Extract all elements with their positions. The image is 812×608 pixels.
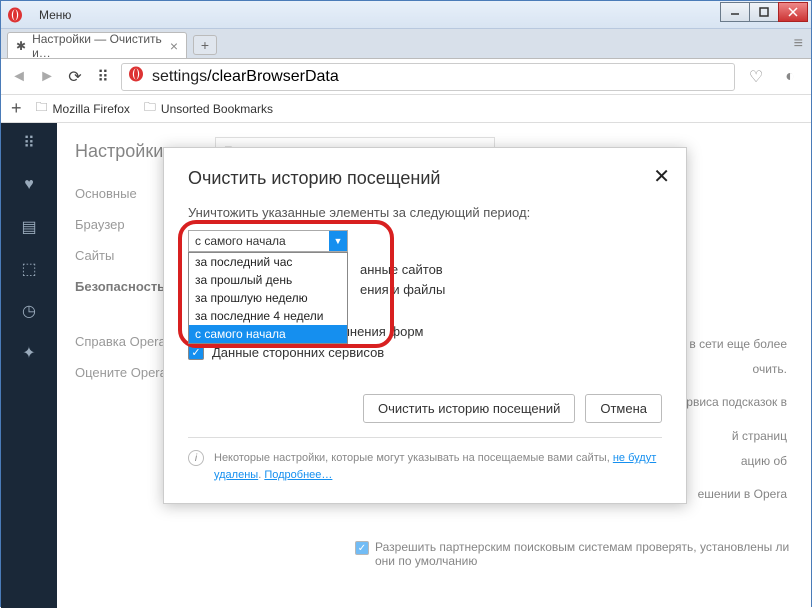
tab-strip: ✱ Настройки — Очистить и… × + ≡ bbox=[1, 29, 811, 59]
opera-logo-icon bbox=[1, 1, 29, 29]
dropdown-option-selected[interactable]: с самого начала bbox=[189, 325, 347, 343]
url-path: /clearBrowserData bbox=[207, 68, 339, 86]
dropdown-option[interactable]: за прошлый день bbox=[189, 271, 347, 289]
chevron-down-icon: ▼ bbox=[329, 231, 347, 251]
sync-icon[interactable]: ⬚ bbox=[19, 259, 39, 279]
news-icon[interactable]: ▤ bbox=[19, 217, 39, 237]
dialog-footer-note: i Некоторые настройки, которые могут ука… bbox=[188, 437, 662, 483]
minimize-button[interactable] bbox=[720, 2, 750, 22]
close-window-button[interactable] bbox=[778, 2, 808, 22]
check-row[interactable]: ✓ Данные сторонних сервисов bbox=[188, 344, 662, 360]
info-icon: i bbox=[188, 450, 204, 466]
bookmark-label: Unsorted Bookmarks bbox=[161, 102, 273, 116]
dialog-buttons: Очистить историю посещений Отмена bbox=[188, 394, 662, 423]
time-range-select[interactable]: с самого начала ▼ bbox=[188, 230, 348, 252]
time-range-select-wrap: с самого начала ▼ за последний час за пр… bbox=[188, 230, 662, 252]
tab-title: Настройки — Очистить и… bbox=[32, 32, 162, 60]
reload-button[interactable]: ⟳ bbox=[65, 67, 85, 87]
heart-icon[interactable]: ♡ bbox=[743, 64, 769, 90]
dialog-close-button[interactable]: ✕ bbox=[653, 164, 670, 189]
dropdown-option[interactable]: за последний час bbox=[189, 253, 347, 271]
footer-link-more[interactable]: Подробнее… bbox=[264, 469, 332, 481]
opera-o-icon bbox=[128, 66, 144, 87]
dropdown-option[interactable]: за прошлую неделю bbox=[189, 289, 347, 307]
dialog-description: Уничтожить указанные элементы за следующ… bbox=[188, 205, 662, 220]
bookmark-folder[interactable]: 🗀 Mozilla Firefox bbox=[36, 98, 130, 119]
check-label: Данные сторонних сервисов bbox=[212, 345, 384, 360]
bookmark-label: Mozilla Firefox bbox=[53, 102, 130, 116]
bookmark-folder[interactable]: 🗀 Unsorted Bookmarks bbox=[144, 98, 273, 119]
url-field[interactable]: settings/clearBrowserData bbox=[121, 63, 735, 91]
checkbox-icon: ✓ bbox=[188, 344, 204, 360]
folder-icon: 🗀 bbox=[144, 98, 156, 119]
bookmarks-bar: + 🗀 Mozilla Firefox 🗀 Unsorted Bookmarks bbox=[1, 95, 811, 123]
check-label: ения и файлы bbox=[360, 282, 445, 297]
speed-dial-icon[interactable]: ⠿ bbox=[19, 133, 39, 153]
url-host: settings bbox=[152, 68, 207, 86]
new-tab-button[interactable]: + bbox=[193, 35, 217, 55]
dialog-title: Очистить историю посещений bbox=[188, 168, 662, 189]
extensions-icon[interactable]: ✦ bbox=[19, 343, 39, 363]
window-titlebar: Меню bbox=[1, 1, 811, 29]
footer-text: Некоторые настройки, которые могут указы… bbox=[214, 452, 613, 464]
folder-icon: 🗀 bbox=[36, 98, 48, 119]
back-button[interactable]: ◄ bbox=[9, 67, 29, 87]
tab-close-icon[interactable]: × bbox=[170, 38, 178, 54]
history-icon[interactable]: ◷ bbox=[19, 301, 39, 321]
menu-button[interactable]: Меню bbox=[29, 1, 81, 28]
forward-button: ► bbox=[37, 67, 57, 87]
left-sidebar: ⠿ ♥ ▤ ⬚ ◷ ✦ bbox=[1, 123, 57, 608]
select-value: с самого начала bbox=[195, 234, 286, 248]
tab-menu-icon[interactable]: ≡ bbox=[794, 35, 803, 53]
check-row[interactable]: анные сайтов bbox=[360, 262, 662, 277]
time-range-dropdown: за последний час за прошлый день за прош… bbox=[188, 252, 348, 344]
tab-settings[interactable]: ✱ Настройки — Очистить и… × bbox=[7, 32, 187, 58]
check-row[interactable]: ения и файлы bbox=[360, 282, 662, 297]
maximize-button[interactable] bbox=[749, 2, 779, 22]
window-controls bbox=[721, 2, 808, 24]
address-bar: ◄ ► ⟳ ⠿ settings/clearBrowserData ♡ ◐ bbox=[1, 59, 811, 95]
extensions-icon[interactable]: ◐ bbox=[777, 64, 803, 90]
tab-icon: ✱ bbox=[16, 39, 26, 53]
speed-dial-button[interactable]: ⠿ bbox=[93, 67, 113, 87]
page-content: ⠿ ♥ ▤ ⬚ ◷ ✦ Настройки Основные Браузер С… bbox=[1, 123, 811, 608]
add-bookmark-button[interactable]: + bbox=[11, 98, 22, 119]
clear-history-dialog: ✕ Очистить историю посещений Уничтожить … bbox=[163, 147, 687, 504]
check-label: анные сайтов bbox=[360, 262, 443, 277]
dropdown-option[interactable]: за последние 4 недели bbox=[189, 307, 347, 325]
bookmarks-icon[interactable]: ♥ bbox=[19, 175, 39, 195]
clear-button[interactable]: Очистить историю посещений bbox=[363, 394, 575, 423]
cancel-button[interactable]: Отмена bbox=[585, 394, 662, 423]
